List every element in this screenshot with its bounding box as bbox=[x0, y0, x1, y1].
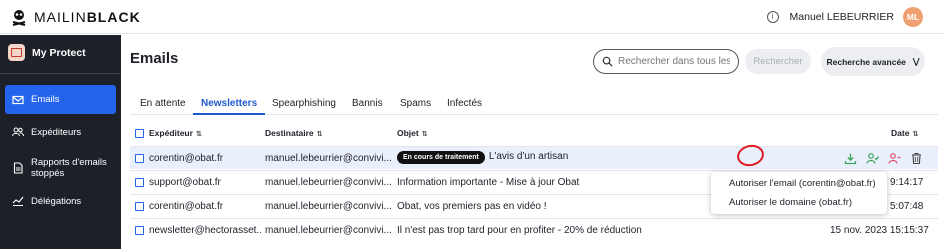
search-input[interactable] bbox=[618, 56, 730, 67]
row-sender: corentin@obat.fr bbox=[149, 153, 224, 164]
tab-en-attente[interactable]: En attente bbox=[140, 98, 186, 109]
brand-name: MAILINBLACK bbox=[34, 9, 141, 25]
row-subject: L'avis d'un artisan bbox=[488, 151, 569, 162]
tab-newsletters[interactable]: Newsletters bbox=[201, 98, 257, 109]
row-recipient: manuel.lebeurrier@convivi... bbox=[265, 201, 391, 212]
row-date: 15 nov. 2023 15:15:37 bbox=[830, 225, 929, 236]
sidebar-item-label: Expéditeurs bbox=[31, 126, 82, 138]
search-field[interactable] bbox=[593, 49, 739, 74]
sort-icon: ⇅ bbox=[912, 131, 919, 138]
advanced-search-button[interactable]: Recherche avancée ⋁ bbox=[821, 47, 925, 76]
table-row[interactable]: corentin@obat.fr manuel.lebeurrier@convi… bbox=[130, 146, 938, 169]
sort-icon: ⇅ bbox=[316, 131, 323, 138]
users-icon bbox=[12, 126, 24, 138]
authorize-sender-icon[interactable] bbox=[866, 152, 879, 165]
main-content: Emails Rechercher Recherche avancée ⋁ En… bbox=[121, 35, 945, 249]
column-header-recipient[interactable]: Destinataire ⇅ bbox=[265, 128, 323, 138]
sidebar-header-label: My Protect bbox=[32, 46, 86, 59]
sidebar-item-label: Délégations bbox=[31, 195, 82, 207]
search-button[interactable]: Rechercher bbox=[745, 49, 811, 74]
sidebar-divider bbox=[0, 73, 121, 74]
my-protect-icon bbox=[8, 44, 25, 61]
user-name[interactable]: Manuel LEBEURRIER bbox=[790, 11, 894, 23]
ban-sender-icon[interactable] bbox=[888, 152, 901, 165]
page-title: Emails bbox=[130, 50, 179, 67]
advanced-search-label: Recherche avancée bbox=[826, 56, 906, 67]
authorize-menu: Autoriser l'email (corentin@obat.fr) Aut… bbox=[711, 172, 887, 214]
active-tab-indicator bbox=[193, 113, 265, 115]
pirate-logo-icon bbox=[12, 10, 26, 26]
sidebar-item-expediteurs[interactable]: Expéditeurs bbox=[5, 126, 116, 138]
info-icon[interactable]: i bbox=[766, 11, 779, 23]
tab-infectes[interactable]: Infectés bbox=[447, 98, 482, 109]
menu-item-authorize-email[interactable]: Autoriser l'email (corentin@obat.fr) bbox=[729, 178, 876, 189]
select-all-checkbox[interactable] bbox=[135, 129, 144, 138]
row-recipient: manuel.lebeurrier@convivi... bbox=[265, 153, 391, 164]
sort-icon: ⇅ bbox=[195, 131, 202, 138]
row-recipient: manuel.lebeurrier@convivi... bbox=[265, 177, 391, 188]
logo[interactable]: MAILINBLACK bbox=[10, 8, 141, 26]
status-badge: En cours de traitement bbox=[397, 151, 485, 164]
column-header-subject[interactable]: Objet ⇅ bbox=[397, 128, 428, 138]
tab-spearphishing[interactable]: Spearphishing bbox=[272, 98, 336, 109]
trash-icon[interactable] bbox=[910, 152, 923, 165]
row-checkbox[interactable] bbox=[135, 154, 144, 163]
delegation-icon bbox=[12, 195, 24, 207]
menu-item-authorize-domain[interactable]: Autoriser le domaine (obat.fr) bbox=[729, 197, 852, 208]
search-icon bbox=[602, 56, 613, 67]
row-subject: Il n'est pas trop tard pour en profiter … bbox=[397, 225, 642, 236]
top-bar: MAILINBLACK i Manuel LEBEURRIER ML bbox=[0, 0, 945, 34]
row-sender: newsletter@hectorasset... bbox=[149, 225, 261, 236]
sidebar-item-rapports[interactable]: Rapports d'emails stoppés bbox=[5, 157, 117, 179]
table-row[interactable]: newsletter@hectorasset... manuel.lebeurr… bbox=[130, 218, 938, 241]
avatar[interactable]: ML bbox=[903, 7, 923, 27]
row-sender: support@obat.fr bbox=[149, 177, 221, 188]
column-header-date[interactable]: Date ⇅ bbox=[891, 128, 918, 138]
row-checkbox[interactable] bbox=[135, 202, 144, 211]
download-icon[interactable] bbox=[844, 152, 857, 165]
chevron-down-icon: ⋁ bbox=[912, 57, 920, 66]
document-icon bbox=[12, 162, 24, 174]
tab-spams[interactable]: Spams bbox=[400, 98, 431, 109]
sidebar-item-label: Rapports d'emails stoppés bbox=[31, 157, 107, 179]
sidebar: My Protect Emails Expéditeurs Rapports d… bbox=[0, 35, 121, 249]
sidebar-item-delegations[interactable]: Délégations bbox=[5, 195, 116, 207]
sidebar-header[interactable]: My Protect bbox=[8, 44, 86, 61]
row-sender: corentin@obat.fr bbox=[149, 201, 224, 212]
row-date: 9:14:17 bbox=[890, 177, 924, 188]
sidebar-item-label: Emails bbox=[31, 94, 60, 105]
row-subject-cell: En cours de traitement L'avis d'un artisa… bbox=[397, 151, 777, 164]
tab-bar: En attente Newsletters Spearphishing Ban… bbox=[130, 95, 938, 115]
row-checkbox[interactable] bbox=[135, 226, 144, 235]
envelope-icon bbox=[12, 94, 24, 106]
row-checkbox[interactable] bbox=[135, 178, 144, 187]
sidebar-item-emails[interactable]: Emails bbox=[5, 85, 116, 114]
row-recipient: manuel.lebeurrier@convivi... bbox=[265, 225, 391, 236]
tab-bannis[interactable]: Bannis bbox=[352, 98, 383, 109]
column-header-sender[interactable]: Expéditeur ⇅ bbox=[149, 128, 202, 138]
row-date: 5:07:48 bbox=[890, 201, 924, 212]
sort-icon: ⇅ bbox=[421, 131, 428, 138]
